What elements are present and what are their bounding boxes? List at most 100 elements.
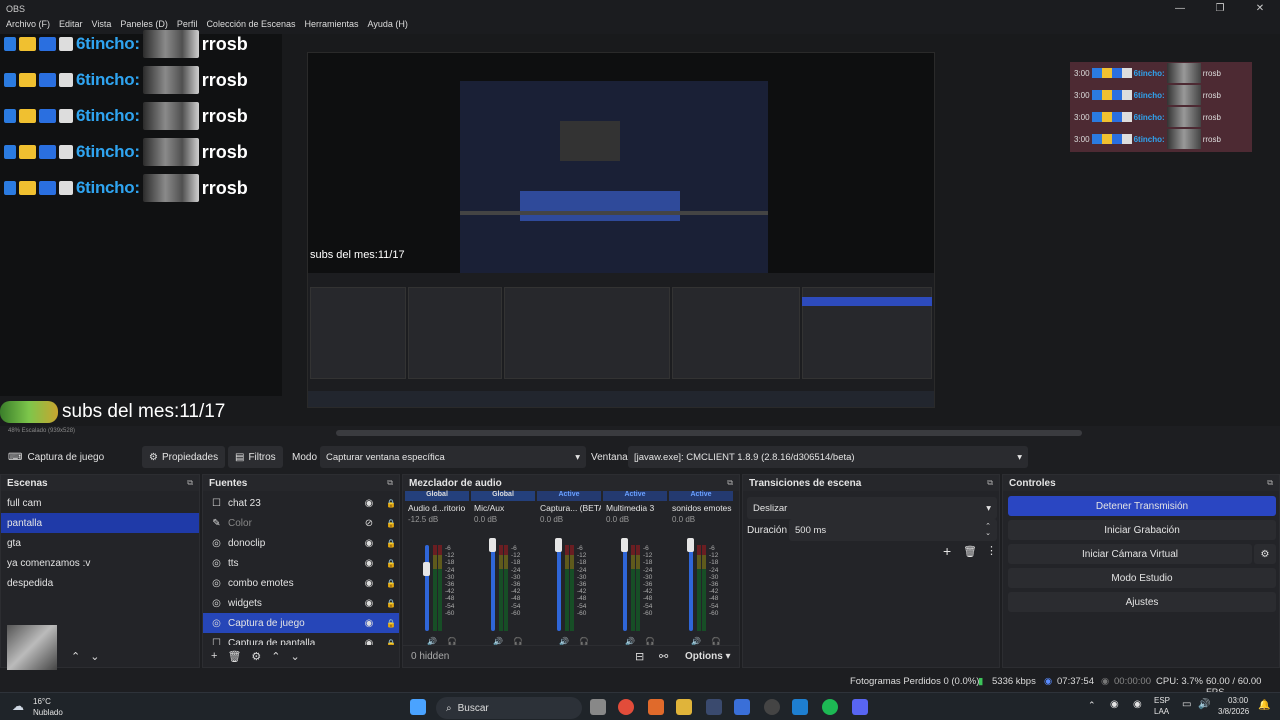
- taskbar-search[interactable]: ⌕ Buscar: [436, 697, 582, 719]
- settings-button[interactable]: Ajustes: [1008, 592, 1276, 612]
- chrome-icon[interactable]: [618, 699, 634, 715]
- volume-fader[interactable]: [689, 545, 693, 631]
- chevron-up-icon[interactable]: ⌃: [1088, 700, 1096, 711]
- channel-name[interactable]: Audio d...ritorio: [405, 501, 469, 515]
- move-up-icon[interactable]: ⌃: [71, 650, 80, 663]
- clock-date[interactable]: 3/8/2026: [1218, 707, 1249, 716]
- volume-icon[interactable]: 🔊: [1198, 699, 1210, 710]
- spin-arrows-icon[interactable]: ⌃ ⌄: [985, 523, 991, 537]
- source-item[interactable]: ☐ Captura de pantalla ◉ 🔒: [203, 633, 399, 646]
- app-icon[interactable]: [734, 699, 750, 715]
- cmclient-icon[interactable]: [792, 699, 808, 715]
- spotify-icon[interactable]: [822, 699, 838, 715]
- discord-icon[interactable]: [852, 699, 868, 715]
- visibility-eye-icon[interactable]: ◉: [361, 618, 377, 629]
- preview-canvas[interactable]: 6tincho: rrosb 6tincho: rrosb 6tincho: rrosb 6…: [0, 30, 1280, 436]
- stop-streaming-button[interactable]: Detener Transmisión: [1008, 496, 1276, 516]
- menu-item[interactable]: Ayuda (H): [368, 19, 408, 29]
- source-item[interactable]: ✎ Color ⊘ 🔒: [203, 513, 399, 533]
- virtual-camera-settings-button[interactable]: ⚙: [1254, 544, 1276, 564]
- fader-knob[interactable]: [687, 538, 694, 552]
- studio-mode-button[interactable]: Modo Estudio: [1008, 568, 1276, 588]
- channel-name[interactable]: Captura... (BETA): [537, 501, 601, 515]
- scene-item[interactable]: ya comenzamos :v: [1, 553, 199, 573]
- lock-icon[interactable]: 🔒: [383, 499, 399, 508]
- source-item[interactable]: ◎ widgets ◉ 🔒: [203, 593, 399, 613]
- dock-undock-icon[interactable]: ⧉: [1267, 478, 1273, 488]
- menu-item[interactable]: Archivo (F): [6, 19, 50, 29]
- options-button[interactable]: Options ▾: [685, 651, 731, 662]
- scene-item[interactable]: despedida: [1, 573, 199, 593]
- language-1[interactable]: ESP: [1154, 696, 1170, 705]
- trash-icon[interactable]: 🗑: [227, 650, 241, 663]
- mode-select[interactable]: Capturar ventana específica ▾: [320, 446, 586, 468]
- duration-spinbox[interactable]: 500 ms ⌃ ⌄: [789, 519, 997, 541]
- volume-fader[interactable]: [425, 545, 429, 631]
- menu-item[interactable]: Vista: [92, 19, 112, 29]
- move-up-icon[interactable]: ⌃: [271, 650, 280, 663]
- add-icon[interactable]: +: [943, 543, 951, 559]
- menu-item[interactable]: Perfil: [177, 19, 198, 29]
- source-item[interactable]: ◎ donoclip ◉ 🔒: [203, 533, 399, 553]
- channel-name[interactable]: Multimedia 3: [603, 501, 667, 515]
- windows-start-icon[interactable]: [410, 699, 426, 715]
- tray-discord-icon[interactable]: ◉: [1133, 699, 1142, 710]
- clock-time[interactable]: 03:00: [1228, 696, 1248, 705]
- fader-knob[interactable]: [423, 562, 430, 577]
- dock-undock-icon[interactable]: ⧉: [387, 478, 393, 488]
- network-icon[interactable]: ▭: [1182, 699, 1191, 710]
- scene-item[interactable]: gta: [1, 533, 199, 553]
- lock-icon[interactable]: 🔒: [383, 619, 399, 628]
- transition-select[interactable]: Deslizar ▾: [747, 497, 997, 519]
- scene-item[interactable]: pantalla: [1, 513, 199, 533]
- lock-icon[interactable]: 🔒: [383, 599, 399, 608]
- scene-item[interactable]: full cam: [1, 493, 199, 513]
- properties-button[interactable]: ⚙ Propiedades: [142, 446, 226, 468]
- lock-icon[interactable]: 🔒: [383, 539, 399, 548]
- trash-icon[interactable]: 🗑: [963, 545, 977, 558]
- volume-fader[interactable]: [491, 545, 495, 631]
- fader-knob[interactable]: [489, 538, 496, 552]
- gear-icon[interactable]: ⚙: [251, 650, 261, 663]
- channel-name[interactable]: sonidos emotes: [669, 501, 733, 515]
- volume-fader[interactable]: [623, 545, 627, 631]
- steam-icon[interactable]: [706, 699, 722, 715]
- minimize-button[interactable]: —: [1160, 0, 1200, 16]
- dock-undock-icon[interactable]: ⧉: [727, 478, 733, 488]
- dock-undock-icon[interactable]: ⧉: [987, 478, 993, 488]
- volume-fader[interactable]: [557, 545, 561, 631]
- fader-knob[interactable]: [555, 538, 562, 552]
- obs-icon[interactable]: [764, 699, 780, 715]
- window-select[interactable]: [javaw.exe]: CMCLIENT 1.8.9 (2.8.16/d306…: [628, 446, 1028, 468]
- fader-knob[interactable]: [621, 538, 628, 552]
- folder-icon[interactable]: [676, 699, 692, 715]
- start-recording-button[interactable]: Iniciar Grabación: [1008, 520, 1276, 540]
- close-button[interactable]: ✕: [1240, 0, 1280, 16]
- lock-icon[interactable]: 🔒: [383, 519, 399, 528]
- visibility-eye-icon[interactable]: ◉: [361, 578, 377, 589]
- start-virtual-camera-button[interactable]: Iniciar Cámara Virtual: [1008, 544, 1252, 564]
- move-down-icon[interactable]: ⌄: [90, 650, 99, 663]
- lock-icon[interactable]: 🔒: [383, 579, 399, 588]
- brave-icon[interactable]: [648, 699, 664, 715]
- visibility-eye-icon[interactable]: ◉: [361, 558, 377, 569]
- language-2[interactable]: LAA: [1154, 707, 1169, 716]
- visibility-eye-icon[interactable]: ◉: [361, 498, 377, 509]
- filters-button[interactable]: ▤ Filtros: [228, 446, 283, 468]
- visibility-eye-icon[interactable]: ◉: [361, 538, 377, 549]
- notification-icon[interactable]: 🔔: [1258, 700, 1270, 711]
- visibility-eye-icon[interactable]: ⊘: [361, 518, 377, 529]
- visibility-eye-icon[interactable]: ◉: [361, 598, 377, 609]
- source-item[interactable]: ◎ tts ◉ 🔒: [203, 553, 399, 573]
- menu-item[interactable]: Editar: [59, 19, 83, 29]
- move-down-icon[interactable]: ⌄: [291, 650, 300, 663]
- source-item[interactable]: ◎ combo emotes ◉ 🔒: [203, 573, 399, 593]
- preview-scrollbar[interactable]: [336, 430, 1082, 436]
- add-icon[interactable]: +: [211, 650, 217, 662]
- dock-undock-icon[interactable]: ⧉: [187, 478, 193, 488]
- link-icon[interactable]: ⚯: [659, 650, 668, 663]
- tray-app-icon[interactable]: ◉: [1110, 699, 1119, 710]
- menu-item[interactable]: Colección de Escenas: [206, 19, 295, 29]
- menu-item[interactable]: Paneles (D): [120, 19, 168, 29]
- layout-icon[interactable]: ⊟: [635, 650, 644, 663]
